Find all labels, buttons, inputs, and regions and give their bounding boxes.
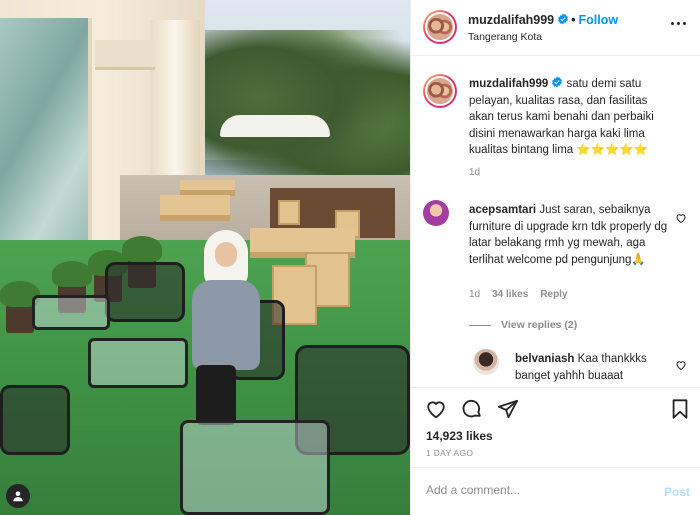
view-replies-line: [469, 324, 491, 326]
verified-badge-icon: [558, 13, 569, 25]
photo-ornament: [95, 40, 155, 70]
comment-input[interactable]: [426, 483, 646, 497]
comments-list[interactable]: muzdalifah999 satu demi satu pelayan, ku…: [411, 57, 700, 387]
post-side-panel: muzdalifah999 • Follow Tangerang Kota muzd…: [410, 0, 700, 515]
share-icon[interactable]: [497, 398, 519, 420]
photo-potted-plant: [0, 281, 40, 333]
photo-wood-table: [180, 180, 235, 196]
more-options-icon[interactable]: [671, 19, 689, 27]
action-icons: [425, 398, 519, 420]
photo-person: [188, 230, 268, 435]
photo-glass-wall: [0, 18, 92, 268]
photo-stool: [278, 200, 300, 225]
photo-wood-table: [160, 195, 230, 221]
post-actions: 14,923 likes 1 DAY AGO: [411, 387, 700, 467]
caption-avatar[interactable]: [423, 74, 457, 108]
caption-username[interactable]: muzdalifah999: [469, 78, 548, 90]
author-line: muzdalifah999 • Follow: [468, 13, 618, 27]
photo-column: [150, 20, 200, 190]
reply-like-heart-icon[interactable]: [675, 359, 687, 371]
person-legs: [196, 365, 236, 425]
reply-avatar[interactable]: [473, 349, 499, 375]
reply-button[interactable]: Reply: [540, 289, 567, 300]
view-replies-label: View replies (2): [501, 319, 578, 331]
comment-icon[interactable]: [461, 398, 483, 420]
photo-chair: [0, 385, 70, 455]
comment-likes[interactable]: 34 likes: [492, 289, 528, 300]
separator-dot: •: [571, 13, 576, 27]
caption-body: muzdalifah999 satu demi satu pelayan, ku…: [469, 76, 669, 159]
likes-count[interactable]: 14,923 likes: [426, 429, 493, 443]
comment-meta: 1d 34 likes Reply: [469, 289, 568, 300]
caption-meta: 1d: [469, 167, 480, 178]
user-tag-button[interactable]: [6, 484, 30, 508]
post-photo[interactable]: [0, 0, 410, 515]
author-avatar[interactable]: [423, 10, 457, 44]
follow-button[interactable]: Follow: [579, 13, 619, 27]
user-tag-icon: [13, 491, 23, 502]
photo-umbrella: [220, 115, 330, 137]
photo-glass-table: [32, 295, 110, 330]
comment-body: acepsamtari Just saran, sebaiknya furnit…: [469, 202, 669, 268]
reply-body: belvaniash Kaa thankkks banget yahhh bua…: [515, 351, 675, 384]
view-replies-button[interactable]: View replies (2): [469, 319, 577, 331]
reply-username[interactable]: belvaniash: [515, 353, 574, 365]
post-time[interactable]: 1 DAY AGO: [426, 448, 473, 458]
bookmark-icon[interactable]: [669, 398, 691, 420]
post-header: muzdalifah999 • Follow Tangerang Kota: [411, 0, 700, 56]
comment-time[interactable]: 1d: [469, 289, 480, 300]
photo-glass-table: [88, 338, 188, 388]
post-comment-button[interactable]: Post: [664, 485, 690, 499]
post-location[interactable]: Tangerang Kota: [468, 31, 542, 43]
verified-badge-icon: [552, 76, 563, 88]
person-dress: [192, 280, 260, 370]
author-username[interactable]: muzdalifah999: [468, 13, 554, 27]
photo-chair: [105, 262, 185, 322]
comment-like-heart-icon[interactable]: [675, 212, 687, 224]
person-face: [215, 242, 237, 267]
photo-glass-table: [180, 420, 330, 515]
comment-avatar[interactable]: [423, 200, 449, 226]
caption-time[interactable]: 1d: [469, 167, 480, 178]
comment-username[interactable]: acepsamtari: [469, 204, 536, 216]
add-comment-bar: Post: [411, 467, 700, 515]
heart-icon[interactable]: [425, 398, 447, 420]
